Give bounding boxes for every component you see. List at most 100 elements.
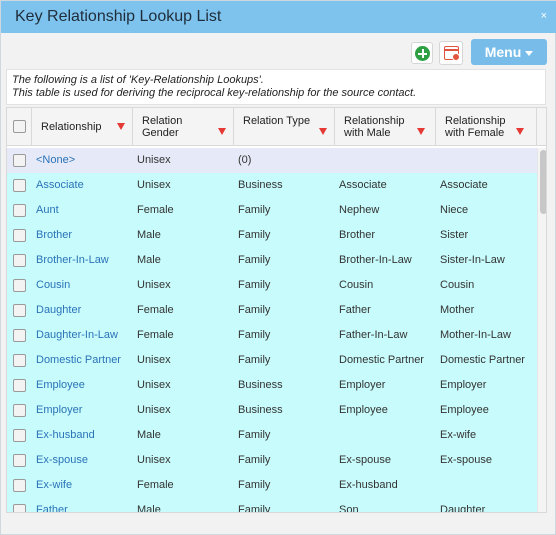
cell-type: Family [238,504,271,513]
cell-relationship[interactable]: Ex-wife [36,479,132,491]
column-header-relationship-with-male[interactable]: Relationship with Male [335,108,436,146]
close-icon[interactable]: × [541,10,547,22]
cell-relationship[interactable]: Associate [36,179,132,191]
cell-male: Ex-husband [339,479,398,491]
scrollbar-thumb[interactable] [540,150,546,214]
column-label-male-2: with Male [344,127,391,139]
column-header-relationship-with-female[interactable]: Relationship with Female [436,108,537,146]
table-row[interactable]: Ex-spouse Unisex Family Ex-spouse Ex-spouse [7,448,537,473]
cell-male: Cousin [339,279,374,291]
cell-male: Nephew [339,204,380,216]
row-checkbox[interactable] [13,454,26,467]
table-row[interactable]: Aunt Female Family Nephew Niece [7,198,537,223]
cell-relationship[interactable]: Cousin [36,279,132,291]
table-row[interactable]: Cousin Unisex Family Cousin Cousin [7,273,537,298]
column-header-relation-type[interactable]: Relation Type [234,108,335,146]
menu-button[interactable]: Menu [471,39,547,65]
cell-gender: Female [137,304,174,316]
add-button[interactable] [411,42,433,64]
cell-male: Employee [339,404,388,416]
cell-relationship[interactable]: Ex-spouse [36,454,132,466]
cell-relationship[interactable]: Ex-husband [36,429,132,441]
cell-male: Son [339,504,359,513]
menu-button-label: Menu [484,44,522,60]
table-row[interactable]: Associate Unisex Business Associate Associat… [7,173,537,198]
table-row[interactable]: Ex-husband Male Family Ex-wife [7,423,537,448]
row-checkbox[interactable] [13,304,26,317]
cell-relationship[interactable]: Employee [36,379,132,391]
header-select-all-cell [7,108,32,146]
column-label-relationship: Relationship [41,121,102,133]
row-checkbox[interactable] [13,404,26,417]
cell-relationship[interactable]: Aunt [36,204,132,216]
table-row[interactable]: Daughter Female Family Father Mother [7,298,537,323]
cell-type: Family [238,204,271,216]
filter-icon[interactable] [516,128,524,135]
cell-male: Brother [339,229,376,241]
window-title: Key Relationship Lookup List [15,8,222,25]
row-checkbox[interactable] [13,504,26,512]
cell-gender: Unisex [137,404,171,416]
cell-relationship[interactable]: Domestic Partner [36,354,132,366]
cell-female: Sister-In-Law [440,254,505,266]
column-header-relation-gender[interactable]: Relation Gender [133,108,234,146]
table-row[interactable]: Brother-In-Law Male Family Brother-In-Law Si… [7,248,537,273]
cell-gender: Female [137,479,174,491]
table-row[interactable]: <None> Unisex (0) [7,148,537,173]
cell-gender: Female [137,329,174,341]
column-label-female-1: Relationship [445,115,506,127]
cell-relationship[interactable]: Brother-In-Law [36,254,132,266]
table-row[interactable]: Father Male Family Son Daughter [7,498,537,513]
cell-relationship[interactable]: Daughter-In-Law [36,329,132,341]
table-row[interactable]: Brother Male Family Brother Sister [7,223,537,248]
table-row[interactable]: Daughter-In-Law Female Family Father-In-Law… [7,323,537,348]
row-checkbox[interactable] [13,479,26,492]
cell-female: Ex-wife [440,429,477,441]
row-checkbox[interactable] [13,329,26,342]
cell-male: Father-In-Law [339,329,408,341]
cell-female: Mother-In-Law [440,329,511,341]
key-relationship-lookup-window: Key Relationship Lookup List × Menu The … [0,0,556,535]
cell-type: Family [238,279,271,291]
cell-relationship[interactable]: Employer [36,404,132,416]
table-row[interactable]: Employee Unisex Business Employer Employer [7,373,537,398]
row-checkbox[interactable] [13,229,26,242]
filter-icon[interactable] [417,128,425,135]
table-row[interactable]: Domestic Partner Unisex Family Domestic Par… [7,348,537,373]
select-all-checkbox[interactable] [13,120,26,133]
cell-relationship[interactable]: Daughter [36,304,132,316]
row-checkbox[interactable] [13,154,26,167]
cell-gender: Unisex [137,454,171,466]
table-header: Relationship Relation Gender Relation Ty… [7,108,546,146]
filter-icon[interactable] [319,128,327,135]
table-row[interactable]: Ex-wife Female Family Ex-husband [7,473,537,498]
calendar-button[interactable] [439,41,463,65]
cell-relationship[interactable]: Father [36,504,132,512]
row-checkbox[interactable] [13,179,26,192]
cell-relationship[interactable]: Brother [36,229,132,241]
row-checkbox[interactable] [13,354,26,367]
cell-gender: Unisex [137,379,171,391]
filter-icon[interactable] [117,123,125,130]
cell-gender: Unisex [137,154,171,166]
intro-text: The following is a list of 'Key-Relation… [6,69,546,105]
vertical-scrollbar[interactable] [537,148,546,512]
cell-gender: Male [137,254,161,266]
table-row[interactable]: Employer Unisex Business Employee Employee [7,398,537,423]
row-checkbox[interactable] [13,379,26,392]
filter-icon[interactable] [218,128,226,135]
column-header-relationship[interactable]: Relationship [32,108,133,146]
cell-gender: Male [137,429,161,441]
cell-type: Family [238,429,271,441]
cell-type: (0) [238,154,252,166]
row-checkbox[interactable] [13,254,26,267]
cell-gender: Unisex [137,179,171,191]
cell-male: Father [339,304,371,316]
cell-type: Family [238,304,271,316]
row-checkbox[interactable] [13,279,26,292]
row-checkbox[interactable] [13,429,26,442]
cell-type: Business [238,379,283,391]
cell-relationship[interactable]: <None> [36,154,132,166]
plus-icon [415,46,430,61]
row-checkbox[interactable] [13,204,26,217]
